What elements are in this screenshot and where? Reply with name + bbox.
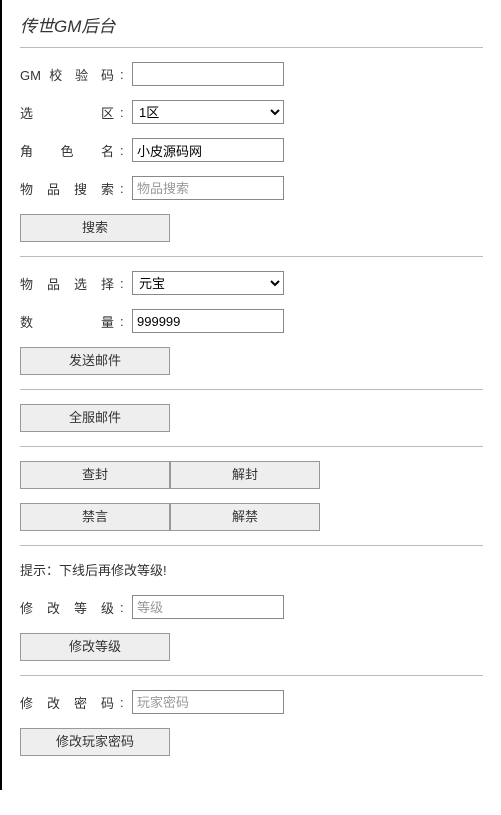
char-name-input[interactable] [132, 138, 284, 162]
send-mail-button[interactable]: 发送邮件 [20, 347, 170, 375]
gm-code-row: GM 校 验 码 : [20, 62, 483, 86]
divider [20, 47, 483, 48]
password-label: 修 改 密 码 [20, 693, 120, 712]
gm-code-input[interactable] [132, 62, 284, 86]
unban-button[interactable]: 解封 [170, 461, 320, 489]
item-select-row: 物 品 选 择 : 元宝 [20, 271, 483, 295]
level-row: 修 改 等 级 : [20, 595, 483, 619]
unmute-button[interactable]: 解禁 [170, 503, 320, 531]
change-level-button[interactable]: 修改等级 [20, 633, 170, 661]
level-input[interactable] [132, 595, 284, 619]
quantity-row: 数 量 : [20, 309, 483, 333]
item-search-label: 物 品 搜 索 [20, 179, 120, 198]
level-label: 修 改 等 级 [20, 598, 120, 617]
search-button[interactable]: 搜索 [20, 214, 170, 242]
password-input[interactable] [132, 690, 284, 714]
ban-check-button[interactable]: 查封 [20, 461, 170, 489]
char-name-row: 角 色 名 : [20, 138, 483, 162]
divider [20, 446, 483, 447]
divider [20, 675, 483, 676]
gm-code-label: GM 校 验 码 [20, 65, 120, 84]
divider [20, 389, 483, 390]
zone-select[interactable]: 1区 [132, 100, 284, 124]
zone-label: 选 区 [20, 103, 120, 122]
server-mail-button[interactable]: 全服邮件 [20, 404, 170, 432]
item-search-row: 物 品 搜 索 : [20, 176, 483, 200]
password-row: 修 改 密 码 : [20, 690, 483, 714]
item-select[interactable]: 元宝 [132, 271, 284, 295]
item-select-label: 物 品 选 择 [20, 274, 120, 293]
item-search-input[interactable] [132, 176, 284, 200]
char-name-label: 角 色 名 [20, 141, 120, 160]
mute-button[interactable]: 禁言 [20, 503, 170, 531]
quantity-label: 数 量 [20, 312, 120, 331]
tip-text: 提示：下线后再修改等级! [20, 560, 483, 579]
quantity-input[interactable] [132, 309, 284, 333]
divider [20, 545, 483, 546]
change-password-button[interactable]: 修改玩家密码 [20, 728, 170, 756]
page-title: 传世GM后台 [20, 10, 483, 37]
zone-row: 选 区 : 1区 [20, 100, 483, 124]
divider [20, 256, 483, 257]
